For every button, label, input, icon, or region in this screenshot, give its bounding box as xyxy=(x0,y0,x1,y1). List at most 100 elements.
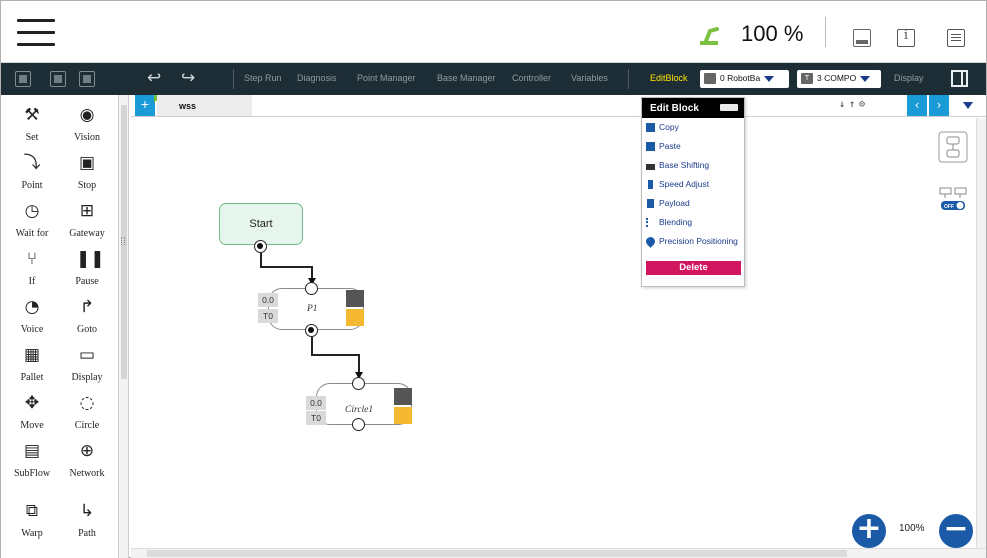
zoom-out-button[interactable]: − xyxy=(939,514,973,548)
teach-pendant-icon[interactable] xyxy=(853,29,871,47)
base-shift-icon xyxy=(394,388,412,405)
resize-grip-icon[interactable] xyxy=(121,237,125,245)
delete-button[interactable]: Delete xyxy=(646,261,741,275)
controller-button[interactable]: Controller xyxy=(512,73,551,83)
base-select-value: 0 RobotBa xyxy=(720,73,761,83)
palette-item-network[interactable]: ⊕ Network xyxy=(59,435,115,481)
new-file-icon[interactable] xyxy=(15,71,31,87)
menu-item-copy[interactable]: Copy xyxy=(646,120,744,136)
palette-item-wait-for[interactable]: ◷ Wait for xyxy=(4,195,60,241)
circle1-label: Circle1 xyxy=(345,405,374,415)
connection-wire xyxy=(311,354,359,356)
add-tab-button[interactable]: + xyxy=(135,95,162,116)
chevron-down-icon xyxy=(764,75,775,82)
save-file-icon[interactable] xyxy=(79,71,95,87)
point-node-p1[interactable]: 0.0 T0 P1 xyxy=(258,288,364,330)
pause-icon: ❚❚ xyxy=(76,249,105,269)
copy-icon xyxy=(646,123,655,132)
flow-canvas[interactable]: Start 0.0 T0 P1 0.0 T0 Circle1 OFF + 100… xyxy=(131,118,976,548)
editblock-button[interactable]: EditBlock xyxy=(650,73,688,83)
log-icon[interactable] xyxy=(947,29,965,47)
minimize-icon[interactable] xyxy=(720,104,738,111)
base-shift-icon xyxy=(346,290,364,307)
point-manager-button[interactable]: Point Manager xyxy=(357,73,416,83)
menu-item-base-shifting[interactable]: Base Shifting xyxy=(646,158,744,174)
chevron-down-icon xyxy=(860,75,871,82)
panel-toggle-icon[interactable] xyxy=(951,70,968,87)
base-manager-button[interactable]: Base Manager xyxy=(437,73,496,83)
p1-label: P1 xyxy=(307,304,318,314)
diagnosis-button[interactable]: Diagnosis xyxy=(297,73,337,83)
connection-wire xyxy=(260,266,312,268)
prev-tab-icon[interactable]: ‹ xyxy=(907,95,927,116)
palette-item-goto[interactable]: ↱ Goto xyxy=(59,291,115,337)
palette-item-pause[interactable]: ❚❚ Pause xyxy=(59,243,115,289)
menu-item-payload[interactable]: Payload xyxy=(646,196,744,212)
sort-tools-icon[interactable]: ↓↑⊙ xyxy=(839,99,869,110)
palette-item-if[interactable]: ⑂ If xyxy=(4,243,60,289)
goto-icon: ↱ xyxy=(79,297,95,317)
zoom-in-button[interactable]: + xyxy=(852,514,886,548)
info-icon[interactable] xyxy=(897,28,915,47)
canvas-horizontal-scrollbar[interactable] xyxy=(131,548,986,558)
palette-scrollbar[interactable] xyxy=(119,95,129,558)
redo-icon[interactable]: ↪ xyxy=(181,68,195,88)
next-tab-icon[interactable]: › xyxy=(929,95,949,116)
menu-item-paste[interactable]: Paste xyxy=(646,139,744,155)
connection-wire xyxy=(358,354,360,374)
flow-layout-icon[interactable] xyxy=(938,131,968,163)
palette-item-vision[interactable]: ◉ Vision xyxy=(59,99,115,145)
tab-list-dropdown-icon[interactable] xyxy=(963,102,973,109)
menu-item-precision-positioning[interactable]: Precision Positioning xyxy=(644,234,744,250)
palette-item-point[interactable]: ⤵ Point xyxy=(4,147,60,193)
palette-item-voice[interactable]: ◔ Voice xyxy=(4,291,60,337)
menu-item-blending[interactable]: Blending xyxy=(646,215,744,231)
payload-icon xyxy=(647,199,654,208)
circle-icon: ◌ xyxy=(79,393,95,413)
start-node[interactable]: Start xyxy=(219,203,303,245)
variables-button[interactable]: Variables xyxy=(571,73,608,83)
connection-wire xyxy=(260,253,262,267)
palette-item-display[interactable]: ▭ Display xyxy=(59,339,115,385)
palette-item-circle[interactable]: ◌ Circle xyxy=(59,387,115,433)
tool-select[interactable]: T 3 COMPO xyxy=(797,70,881,88)
horizontal-scroll-thumb[interactable] xyxy=(147,550,847,557)
globe-icon: ⊕ xyxy=(79,441,95,461)
branch-icon: ⑂ xyxy=(26,249,38,269)
display-button[interactable]: Display xyxy=(894,73,924,83)
palette-item-set[interactable]: ⚒ Set xyxy=(4,99,60,145)
canvas-vertical-scrollbar[interactable] xyxy=(976,118,986,548)
palette-item-warp[interactable]: ⧉ Warp xyxy=(4,495,60,541)
open-file-icon[interactable] xyxy=(50,71,66,87)
toolbar-separator xyxy=(628,69,629,89)
tool-select-value: 3 COMPO xyxy=(817,73,857,83)
palette-item-subflow[interactable]: ▤ SubFlow xyxy=(4,435,60,481)
connection-wire xyxy=(311,337,313,355)
zoom-level: 100% xyxy=(899,523,925,534)
palette-item-path[interactable]: ↳ Path xyxy=(59,495,115,541)
toggle-state-label: OFF xyxy=(944,204,954,210)
blending-icon xyxy=(646,218,652,227)
palette-item-pallet[interactable]: ▦ Pallet xyxy=(4,339,60,385)
circle-node-circle1[interactable]: 0.0 T0 Circle1 xyxy=(306,383,412,425)
menu-item-speed-adjust[interactable]: Speed Adjust xyxy=(646,177,744,193)
step-run-button[interactable]: Step Run xyxy=(244,73,282,83)
p1-input-port[interactable] xyxy=(305,282,318,295)
undo-icon[interactable]: ↩ xyxy=(147,68,161,88)
p1-output-port[interactable] xyxy=(305,324,318,337)
stop-icon: ▣ xyxy=(78,153,96,173)
robot-status-icon[interactable] xyxy=(697,23,723,47)
palette-item-move[interactable]: ✥ Move xyxy=(4,387,60,433)
toolbar-separator xyxy=(233,69,234,89)
speed-percentage[interactable]: 100 % xyxy=(741,21,803,47)
speed-adjust-icon xyxy=(648,180,653,189)
palette-item-stop[interactable]: ▣ Stop xyxy=(59,147,115,193)
palette-item-gateway[interactable]: ⊞ Gateway xyxy=(59,195,115,241)
hamburger-menu-icon[interactable] xyxy=(17,19,55,47)
breakpoint-toggle-icon[interactable] xyxy=(938,184,968,216)
circle1-input-port[interactable] xyxy=(352,377,365,390)
start-output-port[interactable] xyxy=(254,240,267,253)
tab-wss[interactable]: wss xyxy=(157,95,252,116)
circle1-output-port[interactable] xyxy=(352,418,365,431)
base-select[interactable]: 0 RobotBa xyxy=(700,70,789,88)
